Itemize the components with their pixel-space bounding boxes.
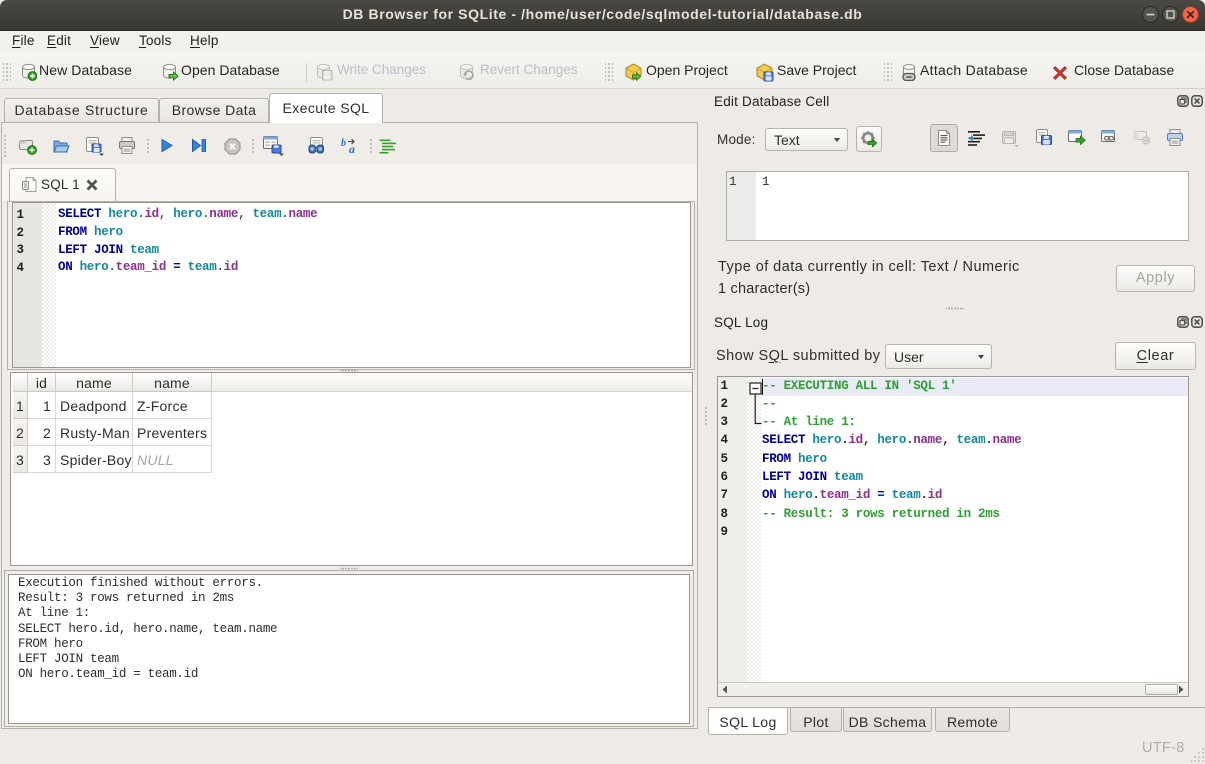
svg-text:b: b (341, 138, 346, 149)
